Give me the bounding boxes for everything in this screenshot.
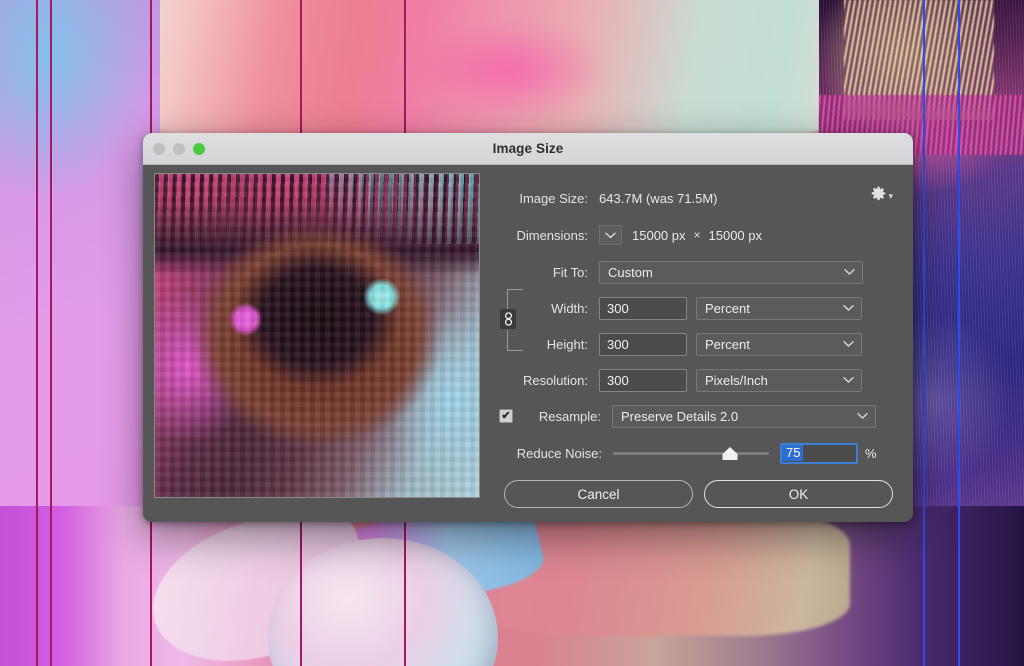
chevron-down-icon	[843, 341, 854, 348]
resolution-unit-select[interactable]: Pixels/Inch	[696, 369, 862, 392]
ok-button[interactable]: OK	[704, 480, 893, 508]
fit-to-select[interactable]: Custom	[599, 261, 863, 284]
checkmark-icon: ✔	[501, 411, 510, 422]
dialog-titlebar[interactable]: Image Size	[143, 133, 913, 165]
height-label: Height:	[493, 337, 588, 352]
resample-label: Resample:	[521, 409, 601, 424]
image-size-dialog: Image Size Image Size: 643.7M (was 71.5M…	[143, 133, 913, 522]
height-row: Height: 300 Percent	[493, 331, 903, 357]
minimize-button[interactable]	[173, 143, 185, 155]
reduce-noise-input[interactable]: 75	[780, 443, 858, 464]
slider-thumb[interactable]	[723, 447, 738, 460]
dialog-button-bar: Cancel OK	[504, 480, 893, 508]
width-input[interactable]: 300	[599, 297, 687, 320]
gear-icon	[871, 186, 886, 201]
window-controls	[153, 143, 205, 155]
dimensions-width-value: 15000 px	[632, 228, 686, 243]
width-unit-select[interactable]: Percent	[696, 297, 862, 320]
guide-line-blue-1[interactable]	[958, 0, 960, 666]
guide-line-magenta-0[interactable]	[36, 0, 38, 666]
reduce-noise-value: 75	[782, 445, 803, 461]
resample-checkbox[interactable]: ✔	[499, 409, 513, 423]
resolution-unit-value: Pixels/Inch	[705, 373, 768, 388]
fit-to-value: Custom	[608, 265, 653, 280]
chevron-down-icon	[843, 377, 854, 384]
gear-caret-icon: ▾	[888, 192, 893, 201]
height-input[interactable]: 300	[599, 333, 687, 356]
zoom-button[interactable]	[193, 143, 205, 155]
reduce-noise-label: Reduce Noise:	[493, 446, 602, 461]
chevron-down-icon	[605, 232, 616, 239]
height-unit-value: Percent	[705, 337, 750, 352]
reduce-noise-row: Reduce Noise: 75 %	[493, 440, 903, 466]
dimensions-units-dropdown[interactable]	[599, 225, 622, 245]
gear-menu-button[interactable]: ▾	[871, 186, 893, 201]
height-unit-select[interactable]: Percent	[696, 333, 862, 356]
screenshot-root: Image Size Image Size: 643.7M (was 71.5M…	[0, 0, 1024, 666]
image-preview[interactable]	[154, 173, 480, 498]
reduce-noise-unit: %	[865, 446, 877, 461]
resample-row: ✔ Resample: Preserve Details 2.0	[493, 403, 903, 429]
resolution-label: Resolution:	[493, 373, 588, 388]
fit-to-label: Fit To:	[493, 265, 588, 280]
close-button[interactable]	[153, 143, 165, 155]
cancel-button[interactable]: Cancel	[504, 480, 693, 508]
dimensions-height-value: 15000 px	[709, 228, 763, 243]
background-blush-highlight	[420, 20, 610, 120]
guide-line-magenta-1[interactable]	[50, 0, 52, 666]
dialog-title: Image Size	[143, 141, 913, 156]
chevron-down-icon	[844, 269, 855, 276]
dimensions-values: 15000 px × 15000 px	[632, 228, 762, 243]
preview-pixelation-overlay	[155, 174, 479, 497]
fit-to-row: Fit To: Custom	[493, 259, 903, 285]
guide-line-blue-0[interactable]	[923, 0, 925, 666]
dimensions-row: Dimensions: 15000 px × 15000 px	[493, 221, 903, 249]
image-size-row: Image Size: 643.7M (was 71.5M) ▾	[493, 184, 903, 212]
chevron-down-icon	[857, 413, 868, 420]
resample-method-select[interactable]: Preserve Details 2.0	[612, 405, 876, 428]
resample-method-value: Preserve Details 2.0	[621, 409, 738, 424]
dialog-body: Image Size: 643.7M (was 71.5M) ▾ Dimensi…	[143, 165, 913, 522]
resolution-input[interactable]: 300	[599, 369, 687, 392]
image-size-label: Image Size:	[493, 191, 588, 206]
dimensions-label: Dimensions:	[493, 228, 588, 243]
slider-track	[613, 452, 769, 455]
width-label: Width:	[493, 301, 588, 316]
controls-panel: Image Size: 643.7M (was 71.5M) ▾ Dimensi…	[493, 173, 903, 514]
image-size-value: 643.7M (was 71.5M)	[599, 191, 718, 206]
resolution-row: Resolution: 300 Pixels/Inch	[493, 367, 903, 393]
reduce-noise-slider[interactable]	[613, 443, 769, 463]
dimensions-separator: ×	[694, 228, 701, 242]
chevron-down-icon	[843, 305, 854, 312]
width-row: Width: 300 Percent	[493, 295, 903, 321]
width-unit-value: Percent	[705, 301, 750, 316]
